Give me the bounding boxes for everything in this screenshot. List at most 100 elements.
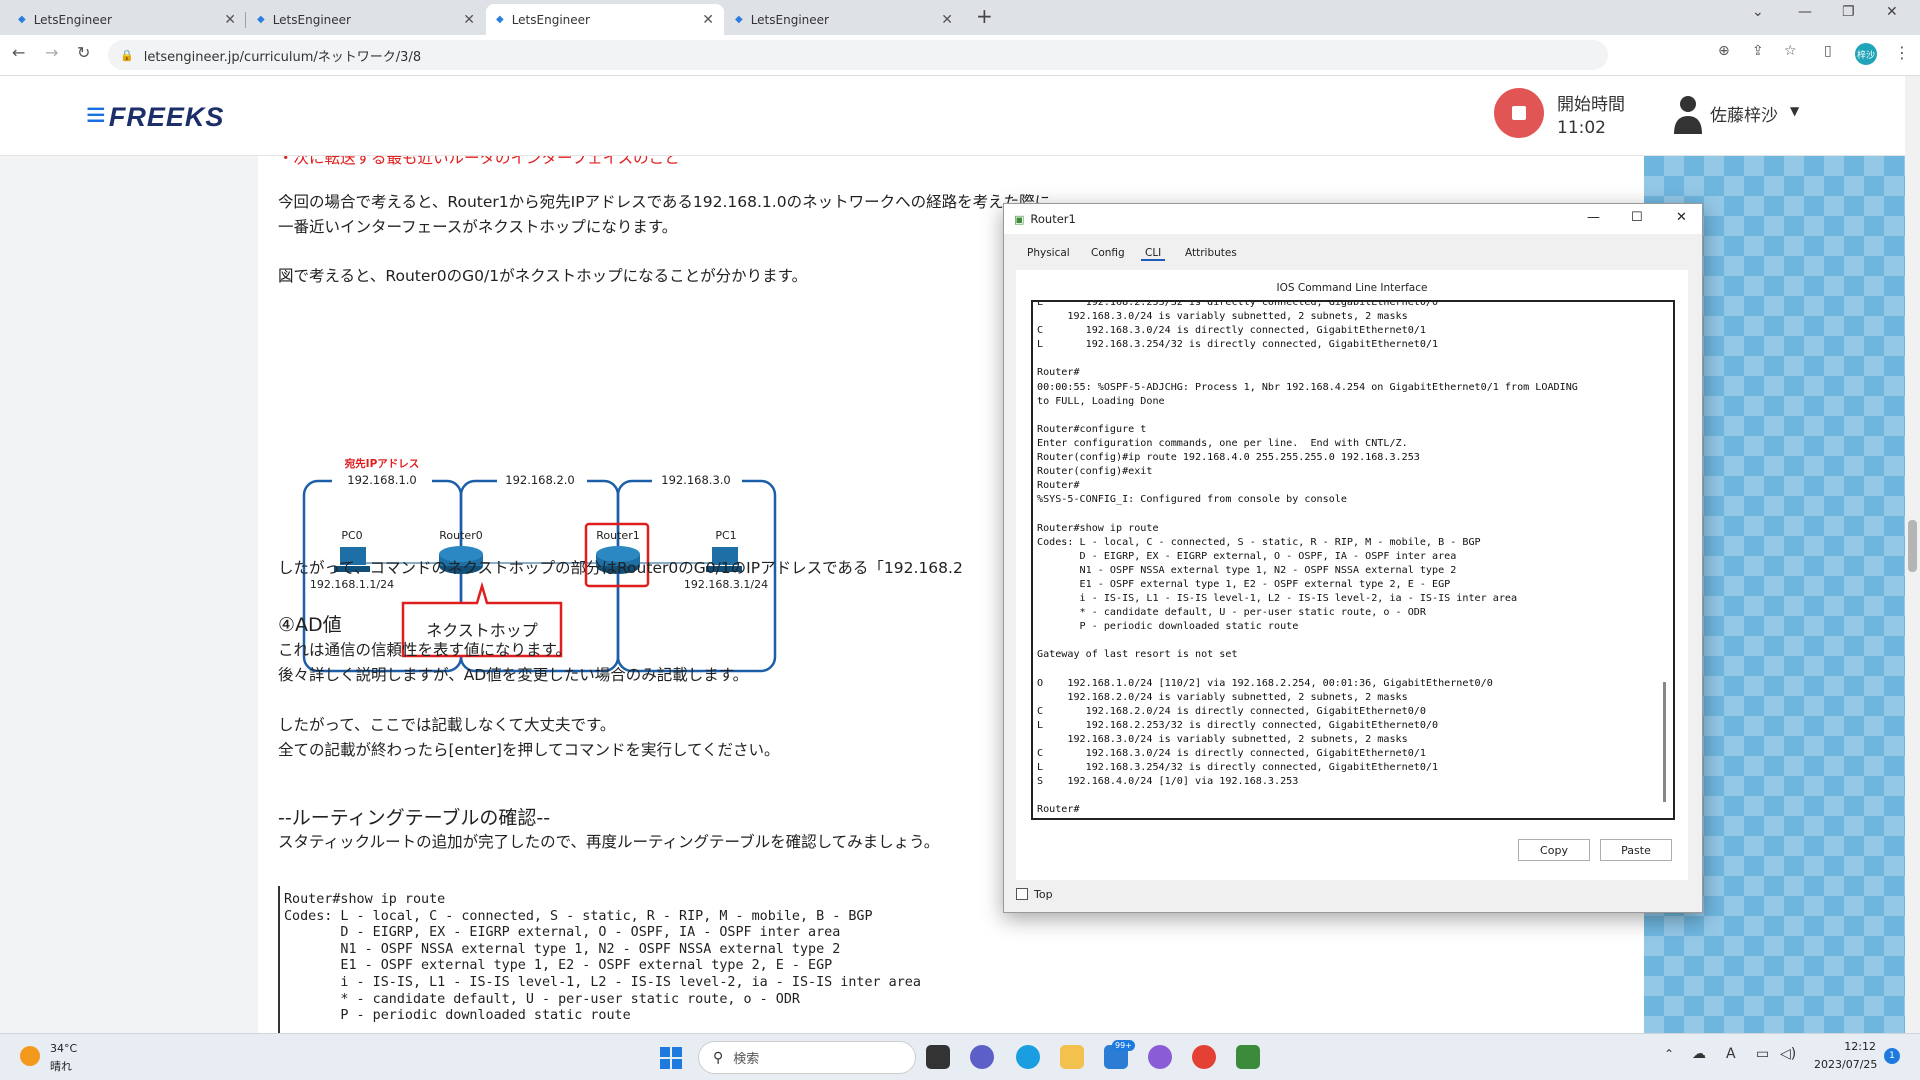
chevron-down-icon[interactable]: ▼ bbox=[1790, 104, 1799, 118]
tab-config[interactable]: Config bbox=[1091, 247, 1125, 259]
taskbar-search[interactable]: ⚲ 検索 bbox=[698, 1041, 916, 1074]
logo-mark-icon: ≡ bbox=[86, 96, 107, 134]
tab-search-chevron-icon[interactable]: ⌄ bbox=[1752, 4, 1764, 20]
site-header: ≡FREEKS 開始時間 11:02 佐藤梓沙 ▼ bbox=[0, 76, 1905, 156]
section-heading: ④AD値 bbox=[278, 614, 342, 636]
cli-panel-title: IOS Command Line Interface bbox=[1276, 282, 1428, 294]
zoom-icon[interactable]: ⊕ bbox=[1718, 43, 1730, 59]
file-explorer-icon[interactable] bbox=[1060, 1045, 1084, 1069]
share-icon[interactable]: ⇪ bbox=[1752, 43, 1764, 59]
lock-icon: 🔒 bbox=[120, 48, 134, 62]
paragraph-line: スタティックルートの追加が完了したので、再度ルーティングテーブルを確認してみまし… bbox=[278, 833, 940, 851]
weather-desc: 晴れ bbox=[50, 1060, 72, 1073]
onedrive-cloud-icon[interactable]: ☁ bbox=[1692, 1046, 1706, 1062]
paragraph-line: これは通信の信頼性を表す値になります。 bbox=[278, 641, 571, 659]
start-time-value: 11:02 bbox=[1557, 118, 1606, 138]
browser-tab-active[interactable]: ◆ LetsEngineer ✕ bbox=[486, 4, 724, 35]
profile-avatar[interactable]: 梓沙 bbox=[1855, 43, 1877, 65]
router1-label: Router1 bbox=[596, 529, 639, 542]
side-panel-icon[interactable]: ▯ bbox=[1824, 43, 1832, 59]
weather-temp: 34°C bbox=[50, 1042, 78, 1055]
stop-icon bbox=[1512, 106, 1526, 120]
cli-terminal[interactable]: L 192.168.2.253/32 is directly connected… bbox=[1031, 300, 1675, 820]
volume-icon[interactable]: ◁) bbox=[1780, 1046, 1796, 1062]
close-tab-icon[interactable]: ✕ bbox=[941, 12, 953, 28]
browser-tab[interactable]: ◆ LetsEngineer ✕ bbox=[725, 4, 963, 35]
clock-date[interactable]: 2023/07/25 bbox=[1814, 1058, 1877, 1071]
pc0-ip: 192.168.1.1/24 bbox=[310, 578, 394, 591]
paragraph-line: 今回の場合で考えると、Router1から宛先IPアドレスである192.168.1… bbox=[278, 193, 1051, 211]
menu-dots-icon[interactable]: ⋮ bbox=[1894, 43, 1910, 62]
tab-cli[interactable]: CLI bbox=[1141, 247, 1166, 261]
windows-taskbar: 34°C 晴れ ⚲ 検索 99+ ⌃ ☁ A ▭ ◁) 12:12 2023/0… bbox=[0, 1033, 1920, 1080]
close-icon[interactable]: ✕ bbox=[1676, 210, 1687, 225]
left-gutter bbox=[0, 156, 258, 1033]
paragraph-line: 一番近いインターフェースがネクストホップになります。 bbox=[278, 218, 678, 236]
search-icon: ⚲ bbox=[713, 1049, 724, 1066]
favicon-icon: ◆ bbox=[735, 14, 743, 25]
browser-tab-strip: ◆ LetsEngineer ✕ ◆ LetsEngineer ✕ ◆ Lets… bbox=[0, 0, 1920, 35]
paragraph-line: 全ての記載が終わったら[enter]を押してコマンドを実行してください。 bbox=[278, 741, 780, 759]
tab-title: LetsEngineer bbox=[272, 12, 351, 27]
pc0-label: PC0 bbox=[341, 529, 362, 542]
search-placeholder: 検索 bbox=[733, 1052, 760, 1067]
stop-timer-button[interactable] bbox=[1494, 88, 1544, 138]
close-tab-icon[interactable]: ✕ bbox=[224, 12, 236, 28]
restore-icon[interactable]: ❐ bbox=[1842, 4, 1855, 20]
page-scrollbar-thumb[interactable] bbox=[1908, 520, 1917, 572]
reload-icon[interactable]: ↻ bbox=[77, 43, 90, 62]
browser-tab[interactable]: ◆ LetsEngineer ✕ bbox=[8, 4, 246, 35]
router-window: ▣ Router1 — ☐ ✕ Physical Config CLI Attr… bbox=[1003, 203, 1703, 913]
favicon-icon: ◆ bbox=[257, 14, 265, 25]
terminal-output: L 192.168.2.253/32 is directly connected… bbox=[1037, 300, 1578, 816]
sun-icon[interactable] bbox=[20, 1046, 40, 1066]
top-checkbox-label: Top bbox=[1034, 888, 1053, 901]
ime-icon[interactable]: A bbox=[1726, 1046, 1736, 1062]
windows-start-icon[interactable] bbox=[660, 1047, 682, 1069]
browser-toolbar: ← → ↻ 🔒 letsengineer.jp/curriculum/ネットワー… bbox=[0, 35, 1920, 76]
chrome-icon[interactable] bbox=[1192, 1045, 1216, 1069]
display-icon[interactable]: ▭ bbox=[1756, 1046, 1769, 1062]
network-label: 192.168.1.0 bbox=[347, 473, 417, 487]
pc1-ip: 192.168.3.1/24 bbox=[684, 578, 768, 591]
task-view-icon[interactable] bbox=[926, 1045, 950, 1069]
top-checkbox[interactable] bbox=[1016, 888, 1028, 900]
copy-button[interactable]: Copy bbox=[1518, 839, 1590, 861]
address-bar[interactable]: 🔒 letsengineer.jp/curriculum/ネットワーク/3/8 bbox=[108, 40, 1608, 70]
site-logo[interactable]: ≡FREEKS bbox=[86, 96, 224, 135]
app-icon[interactable] bbox=[1148, 1045, 1172, 1069]
tab-title: LetsEngineer bbox=[33, 12, 112, 27]
tab-attributes[interactable]: Attributes bbox=[1185, 247, 1237, 259]
minimize-icon[interactable]: — bbox=[1587, 210, 1600, 225]
clock-time[interactable]: 12:12 bbox=[1814, 1040, 1876, 1053]
user-name[interactable]: 佐藤梓沙 bbox=[1710, 101, 1778, 126]
edge-icon[interactable] bbox=[1016, 1045, 1040, 1069]
new-tab-plus-icon[interactable]: + bbox=[976, 4, 993, 28]
notification-badge[interactable]: 1 bbox=[1884, 1048, 1900, 1064]
terminal-scrollbar[interactable] bbox=[1663, 682, 1666, 802]
forward-arrow-icon[interactable]: → bbox=[45, 43, 58, 62]
start-time-label: 開始時間 bbox=[1557, 95, 1625, 115]
dest-ip-label: 宛先IPアドレス bbox=[344, 457, 420, 470]
close-window-icon[interactable]: ✕ bbox=[1886, 4, 1898, 20]
router0-label: Router0 bbox=[439, 529, 482, 542]
back-arrow-icon[interactable]: ← bbox=[12, 43, 25, 62]
network-label: 192.168.2.0 bbox=[505, 473, 575, 487]
close-tab-icon[interactable]: ✕ bbox=[463, 12, 475, 28]
close-tab-icon[interactable]: ✕ bbox=[702, 12, 714, 28]
maximize-icon[interactable]: ☐ bbox=[1631, 210, 1643, 225]
network-label: 192.168.3.0 bbox=[661, 473, 731, 487]
section-heading: --ルーティングテーブルの確認-- bbox=[278, 807, 551, 829]
router-window-title: Router1 bbox=[1030, 212, 1076, 226]
logo-text: FREEKS bbox=[108, 102, 225, 132]
packet-tracer-icon[interactable] bbox=[1236, 1045, 1260, 1069]
paste-button[interactable]: Paste bbox=[1600, 839, 1672, 861]
url-text: letsengineer.jp/curriculum/ネットワーク/3/8 bbox=[143, 49, 422, 65]
tray-chevron-up-icon[interactable]: ⌃ bbox=[1664, 1047, 1674, 1061]
bookmark-star-icon[interactable]: ☆ bbox=[1784, 43, 1797, 59]
minimize-icon[interactable]: — bbox=[1798, 4, 1812, 20]
browser-tab[interactable]: ◆ LetsEngineer ✕ bbox=[247, 4, 485, 35]
tab-physical[interactable]: Physical bbox=[1027, 247, 1070, 259]
router-app-icon: ▣ bbox=[1014, 212, 1025, 226]
teams-chat-icon[interactable] bbox=[970, 1045, 994, 1069]
